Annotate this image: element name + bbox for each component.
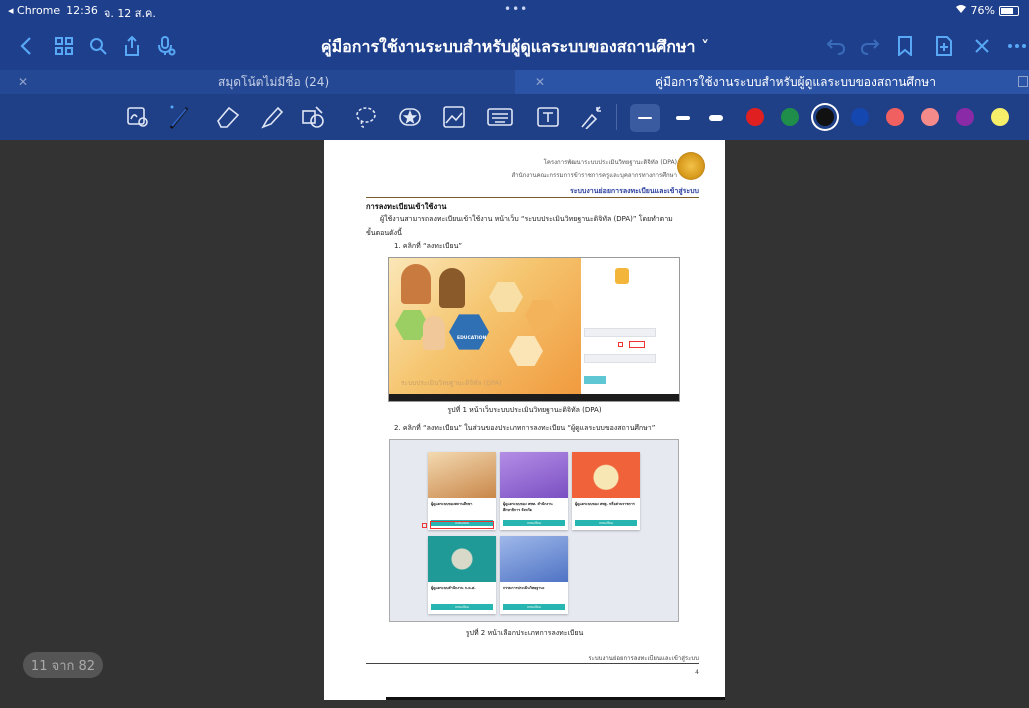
lasso-image-icon[interactable] <box>124 103 152 131</box>
close-icon[interactable] <box>970 34 994 58</box>
multitask-dots[interactable]: ••• <box>504 2 528 16</box>
line-thick-icon[interactable] <box>709 115 723 121</box>
page-bottom-edge <box>386 697 725 700</box>
figure-watermark-text: ระบบประเมินวิทยฐานะดิจิทัล (DPA) <box>401 379 502 387</box>
step-text: 1. คลิกที่ “ลงทะเบียน” <box>394 242 463 250</box>
header-project: โครงการพัฒนาระบบประเมินวิทยฐานะดิจิทัล (… <box>543 159 677 166</box>
education-label: EDUCATION <box>457 336 487 341</box>
pen-icon[interactable] <box>166 103 194 131</box>
highlighter-icon[interactable] <box>258 103 286 131</box>
document-title[interactable]: คู่มือการใช้งานระบบสำหรับผู้ดูแลระบบของส… <box>320 35 710 60</box>
step-text: 2. คลิกที่ “ลงทะเบียน” ในส่วนของประเภทกา… <box>394 424 656 432</box>
color-swatch[interactable] <box>921 108 939 126</box>
tab-close-icon[interactable]: ✕ <box>18 75 28 89</box>
tab-close-icon[interactable]: ✕ <box>535 75 545 89</box>
bookmark-icon[interactable] <box>893 34 917 58</box>
sticker-icon[interactable] <box>396 103 424 131</box>
registration-card: ผู้ดูแลระบบของ สพฐ. หรือส่วนราชการ ลงทะเ… <box>572 452 640 530</box>
color-swatch[interactable] <box>816 108 834 126</box>
back-chevron-icon[interactable] <box>14 34 38 58</box>
status-bar: ◂ Chrome 12:36 จ. 12 ส.ค. ••• 76% <box>0 0 1029 22</box>
top-nav-bar: คู่มือการใช้งานระบบสำหรับผู้ดูแลระบบของส… <box>0 22 1029 70</box>
footer-divider <box>366 663 699 664</box>
text-box-icon[interactable] <box>534 103 562 131</box>
registration-card: ผู้ดูแลระบบของสถานศึกษา ลงทะเบียน <box>428 452 496 530</box>
tab-untitled-notebook[interactable]: ✕ สมุดโน้ตไม่มีชื่อ (24) <box>0 70 515 94</box>
section-title: การลงทะเบียนเข้าใช้งาน <box>366 202 447 211</box>
status-date: จ. 12 ส.ค. <box>103 7 156 20</box>
registration-card: ผู้ดูแลระบบของ สพท. สำนักงานศึกษาธิการ จ… <box>500 452 568 530</box>
header-office: สำนักงานคณะกรรมการข้าราชการครูและบุคลากร… <box>511 172 677 179</box>
microphone-icon[interactable] <box>154 34 178 58</box>
color-swatch[interactable] <box>886 108 904 126</box>
figure-caption: รูปที่ 1 หน้าเว็บระบบประเมินวิทยฐานะดิจิ… <box>447 406 602 414</box>
pdf-page: โครงการพัฒนาระบบประเมินวิทยฐานะดิจิทัล (… <box>324 140 725 700</box>
page-footer: ระบบงานย่อยการลงทะเบียนและเข้าสู่ระบบ <box>588 655 699 662</box>
image-icon[interactable] <box>440 103 468 131</box>
app-window: ◂ Chrome 12:36 จ. 12 ส.ค. ••• 76% คู่มือ… <box>0 0 1029 708</box>
tab-label: สมุดโน้ตไม่มีชื่อ (24) <box>218 74 330 89</box>
add-page-icon[interactable] <box>932 34 956 58</box>
figure-login-screenshot: EDUCATION ระบบประเมินวิทยฐานะดิจิทัล (DP… <box>388 257 680 402</box>
tab-overview-icon[interactable] <box>1018 76 1028 87</box>
paragraph: ขั้นตอนดังนี้ <box>366 229 402 237</box>
keyboard-icon[interactable] <box>486 103 514 131</box>
line-thin-icon[interactable] <box>638 117 652 119</box>
battery-percent: 76% <box>970 4 995 17</box>
line-medium-icon[interactable] <box>676 116 690 120</box>
battery-icon <box>999 5 1019 16</box>
grid-icon[interactable] <box>52 34 76 58</box>
page-indicator[interactable]: 11 จาก 82 <box>23 652 103 678</box>
redo-icon[interactable] <box>858 34 882 58</box>
paragraph: ผู้ใช้งานสามารถลงทะเบียนเข้าใช้งาน หน้าเ… <box>380 215 673 223</box>
share-icon[interactable] <box>120 34 144 58</box>
color-swatch[interactable] <box>851 108 869 126</box>
figure-registration-types: ผู้ดูแลระบบของสถานศึกษา ลงทะเบียน ผู้ดูแ… <box>389 439 679 622</box>
tab-manual[interactable]: ✕ คู่มือการใช้งานระบบสำหรับผู้ดูแลระบบขอ… <box>515 70 1029 94</box>
registration-card: ผู้ดูแลระบบสำนักงาน ก.ค.ศ. ลงทะเบียน <box>428 536 496 614</box>
document-viewer[interactable]: โครงการพัฒนาระบบประเมินวิทยฐานะดิจิทัล (… <box>0 140 1029 708</box>
color-swatch[interactable] <box>991 108 1009 126</box>
toolbar-divider <box>616 104 617 130</box>
color-swatch[interactable] <box>746 108 764 126</box>
wifi-icon <box>955 4 967 17</box>
status-time: 12:36 <box>66 4 98 17</box>
search-icon[interactable] <box>86 34 110 58</box>
color-swatch[interactable] <box>781 108 799 126</box>
more-icon[interactable] <box>1005 34 1029 58</box>
page-number: 4 <box>695 669 699 676</box>
tab-label: คู่มือการใช้งานระบบสำหรับผู้ดูแลระบบของส… <box>655 74 936 89</box>
figure-caption: รูปที่ 2 หน้าเลือกประเภทการลงทะเบียน <box>465 629 584 637</box>
registration-card: กรรมการประเมินวิทยฐานะ ลงทะเบียน <box>500 536 568 614</box>
laser-pointer-icon[interactable] <box>578 103 606 131</box>
back-to-app-link[interactable]: ◂ Chrome <box>8 4 60 22</box>
header-subsystem: ระบบงานย่อยการลงทะเบียนและเข้าสู่ระบบ <box>569 187 699 195</box>
undo-icon[interactable] <box>824 34 848 58</box>
annotation-toolbar <box>0 94 1029 140</box>
color-swatch[interactable] <box>956 108 974 126</box>
eraser-icon[interactable] <box>214 103 242 131</box>
header-divider <box>366 197 699 198</box>
tab-bar: ✕ สมุดโน้ตไม่มีชื่อ (24) ✕ คู่มือการใช้ง… <box>0 70 1029 94</box>
lasso-icon[interactable] <box>352 103 380 131</box>
agency-logo-icon <box>677 152 705 180</box>
shapes-icon[interactable] <box>300 103 328 131</box>
dpa-logo-icon <box>615 268 629 284</box>
